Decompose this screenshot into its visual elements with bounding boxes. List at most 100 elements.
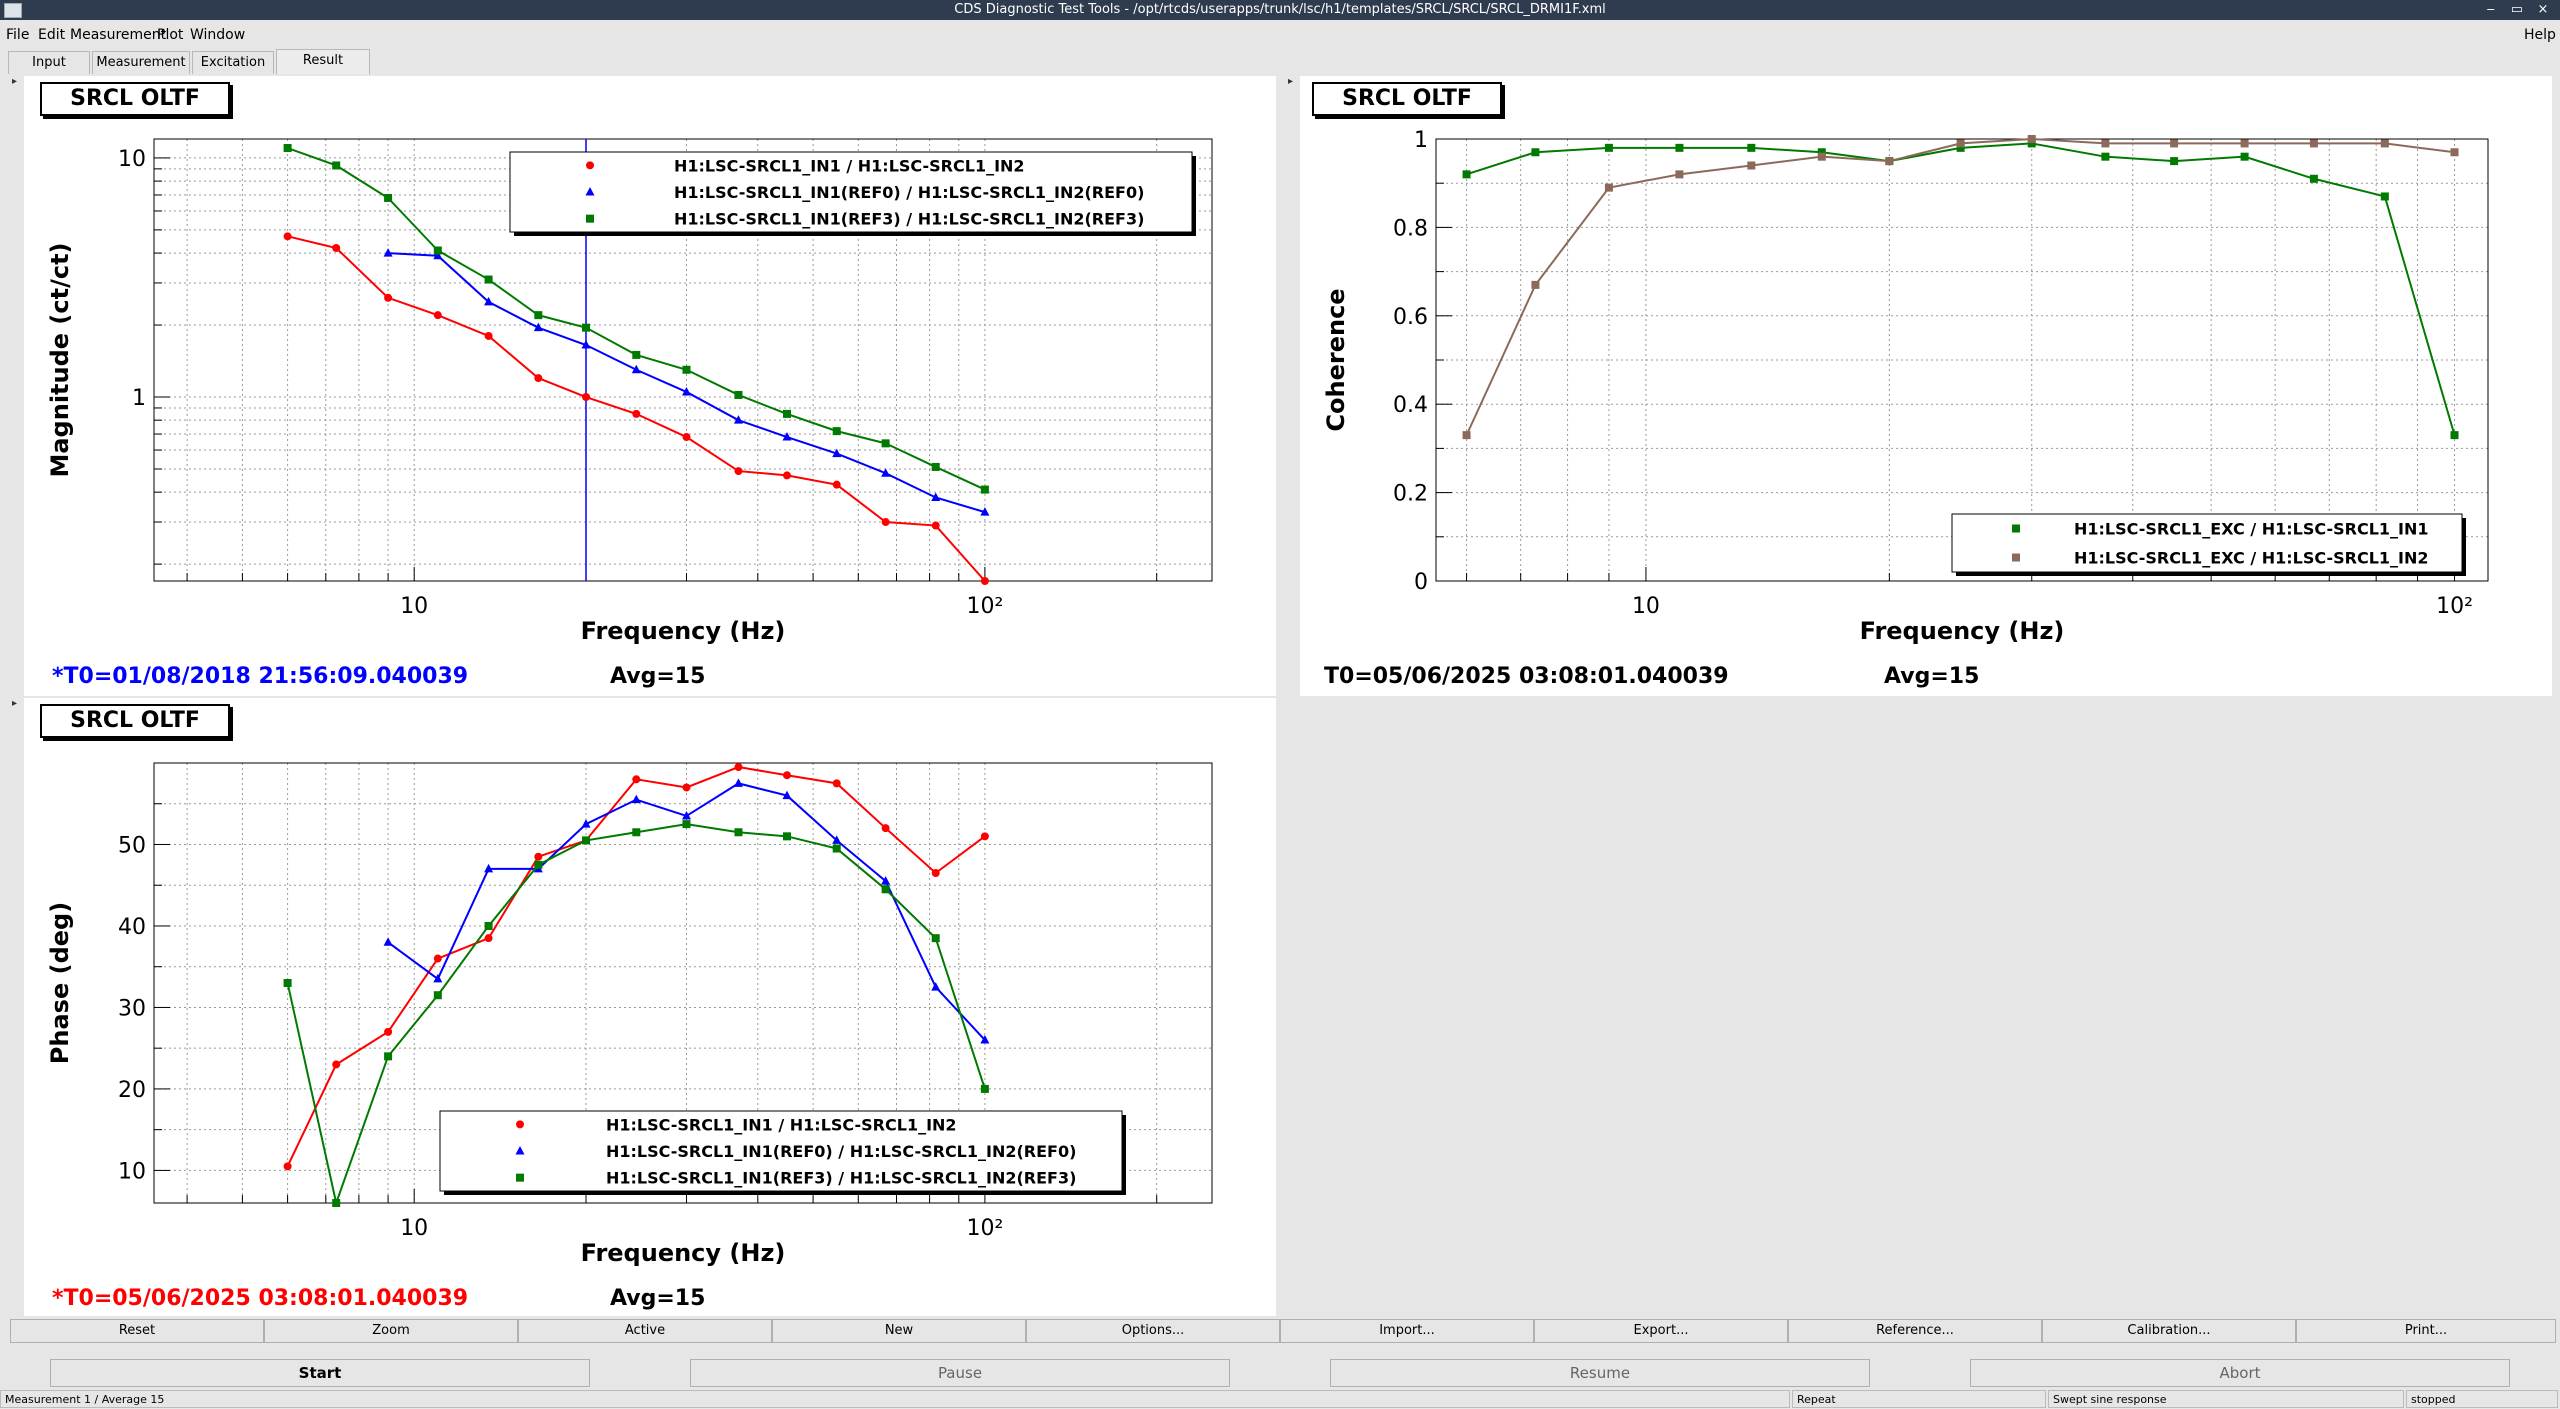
minimize-icon[interactable]: ‒ <box>2480 0 2502 20</box>
x-tick-label: 10 <box>400 594 428 619</box>
data-point <box>980 485 989 494</box>
data-point <box>534 860 543 869</box>
data-point <box>283 979 292 987</box>
data-point <box>1956 139 1965 148</box>
status-repeat: Repeat <box>1792 1390 2046 1408</box>
legend-entry: H1:LSC-SRCL1_IN1(REF0) / H1:LSC-SRCL1_IN… <box>674 183 1144 202</box>
avg-label: Avg=15 <box>1884 664 1980 689</box>
phase-chart[interactable]: 10 20 30 40 50 10 10² Frequency (Hz) Phase (deg)… <box>24 698 1276 1316</box>
data-point <box>931 462 940 471</box>
data-point <box>2101 152 2110 161</box>
magnitude-chart[interactable]: 10 1 10 10² Frequency (Hz) Magnitude (ct/ct) H… <box>24 76 1276 696</box>
data-point <box>2380 139 2389 148</box>
series-line <box>287 235 986 582</box>
data-point <box>433 973 443 983</box>
data-point <box>1604 143 1613 152</box>
data-point <box>980 577 989 585</box>
data-point <box>433 311 442 320</box>
y-tick-label: 0.8 <box>1393 216 1428 241</box>
data-point <box>332 1199 341 1207</box>
pause-button[interactable]: Pause <box>690 1359 1230 1387</box>
y-axis-label: Coherence <box>1322 288 1350 431</box>
data-point <box>1462 431 1471 440</box>
series-line <box>388 252 986 514</box>
tab-measurement[interactable]: Measurement <box>92 51 190 74</box>
y-tick-label: 20 <box>118 1078 146 1103</box>
data-point <box>1747 161 1756 170</box>
calibration-button[interactable]: Calibration... <box>2042 1319 2296 1343</box>
menu-file[interactable]: File <box>6 27 29 43</box>
data-point <box>1462 170 1471 179</box>
status-state: stopped <box>2406 1390 2558 1408</box>
print-button[interactable]: Print... <box>2296 1319 2556 1343</box>
data-point <box>2240 152 2249 161</box>
active-button[interactable]: Active <box>518 1319 772 1343</box>
data-point <box>1817 152 1826 161</box>
export-button[interactable]: Export... <box>1534 1319 1788 1343</box>
pad-collapse-icon[interactable]: ▸ <box>12 76 17 87</box>
data-point <box>484 331 493 340</box>
data-point <box>881 885 890 894</box>
pad-collapse-icon[interactable]: ▸ <box>1288 76 1293 87</box>
window-title: CDS Diagnostic Test Tools - /opt/rtcds/u… <box>954 2 1606 17</box>
coherence-chart[interactable]: 0 0.2 0.4 0.6 0.8 1 10 10² Frequency (Hz) Coheren… <box>1300 76 2552 696</box>
tab-input[interactable]: Input <box>8 51 90 74</box>
data-point <box>782 409 791 418</box>
data-point <box>632 409 641 418</box>
data-point <box>1604 183 1613 192</box>
x-tick-label: 10 <box>1632 594 1660 619</box>
data-point <box>832 427 841 436</box>
zoom-button[interactable]: Zoom <box>264 1319 518 1343</box>
legend-entry: H1:LSC-SRCL1_IN1(REF3) / H1:LSC-SRCL1_IN… <box>606 1169 1076 1188</box>
legend-marker <box>586 161 594 170</box>
data-point <box>682 433 691 442</box>
maximize-icon[interactable]: ▭ <box>2506 0 2528 20</box>
data-point <box>332 1060 341 1069</box>
data-point <box>384 293 393 302</box>
status-type: Swept sine response <box>2048 1390 2404 1408</box>
menu-window[interactable]: Window <box>190 27 245 43</box>
data-point <box>2309 174 2318 183</box>
data-point <box>2027 135 2036 143</box>
data-point <box>782 771 791 780</box>
data-point <box>534 852 543 861</box>
menu-edit[interactable]: Edit <box>38 27 65 43</box>
data-point <box>782 832 791 841</box>
menu-plot[interactable]: Plot <box>157 27 183 43</box>
x-tick-label: 10² <box>966 1216 1003 1241</box>
data-point <box>581 393 590 402</box>
y-tick-label: 10 <box>118 147 146 172</box>
app-icon <box>4 3 22 18</box>
reference-button[interactable]: Reference... <box>1788 1319 2042 1343</box>
menu-help[interactable]: Help <box>2524 27 2556 43</box>
y-tick-label: 0.2 <box>1393 482 1428 507</box>
import-button[interactable]: Import... <box>1280 1319 1534 1343</box>
x-tick-label: 10² <box>2436 594 2473 619</box>
data-point <box>484 934 493 943</box>
data-point <box>632 828 641 837</box>
data-point <box>384 1052 393 1061</box>
resume-button[interactable]: Resume <box>1330 1359 1870 1387</box>
abort-button[interactable]: Abort <box>1970 1359 2510 1387</box>
data-point <box>733 778 743 787</box>
data-point <box>2101 139 2110 148</box>
y-tick-label: 0.4 <box>1393 393 1428 418</box>
x-axis-label: Frequency (Hz) <box>1860 617 2065 645</box>
pad-collapse-icon[interactable]: ▸ <box>12 698 17 709</box>
close-icon[interactable]: × <box>2532 0 2554 20</box>
plot-panel-coherence: SRCL OLTF 0 0.2 0.4 0.6 0.8 1 10 10² Frequency (… <box>1300 76 2552 696</box>
reset-button[interactable]: Reset <box>10 1319 264 1343</box>
avg-label: Avg=15 <box>610 1286 706 1311</box>
data-point <box>332 161 341 170</box>
new-button[interactable]: New <box>772 1319 1026 1343</box>
y-tick-label: 50 <box>118 833 146 858</box>
tab-result[interactable]: Result <box>276 49 370 74</box>
options-button[interactable]: Options... <box>1026 1319 1280 1343</box>
menu-measurement[interactable]: Measurement <box>70 27 166 43</box>
tab-excitation[interactable]: Excitation <box>192 51 274 74</box>
x-axis-label: Frequency (Hz) <box>581 1239 786 1267</box>
t0-label: *T0=05/06/2025 03:08:01.040039 <box>52 1286 469 1311</box>
start-button[interactable]: Start <box>50 1359 590 1387</box>
status-measurement: Measurement 1 / Average 15 <box>0 1390 1790 1408</box>
data-point <box>734 828 743 837</box>
